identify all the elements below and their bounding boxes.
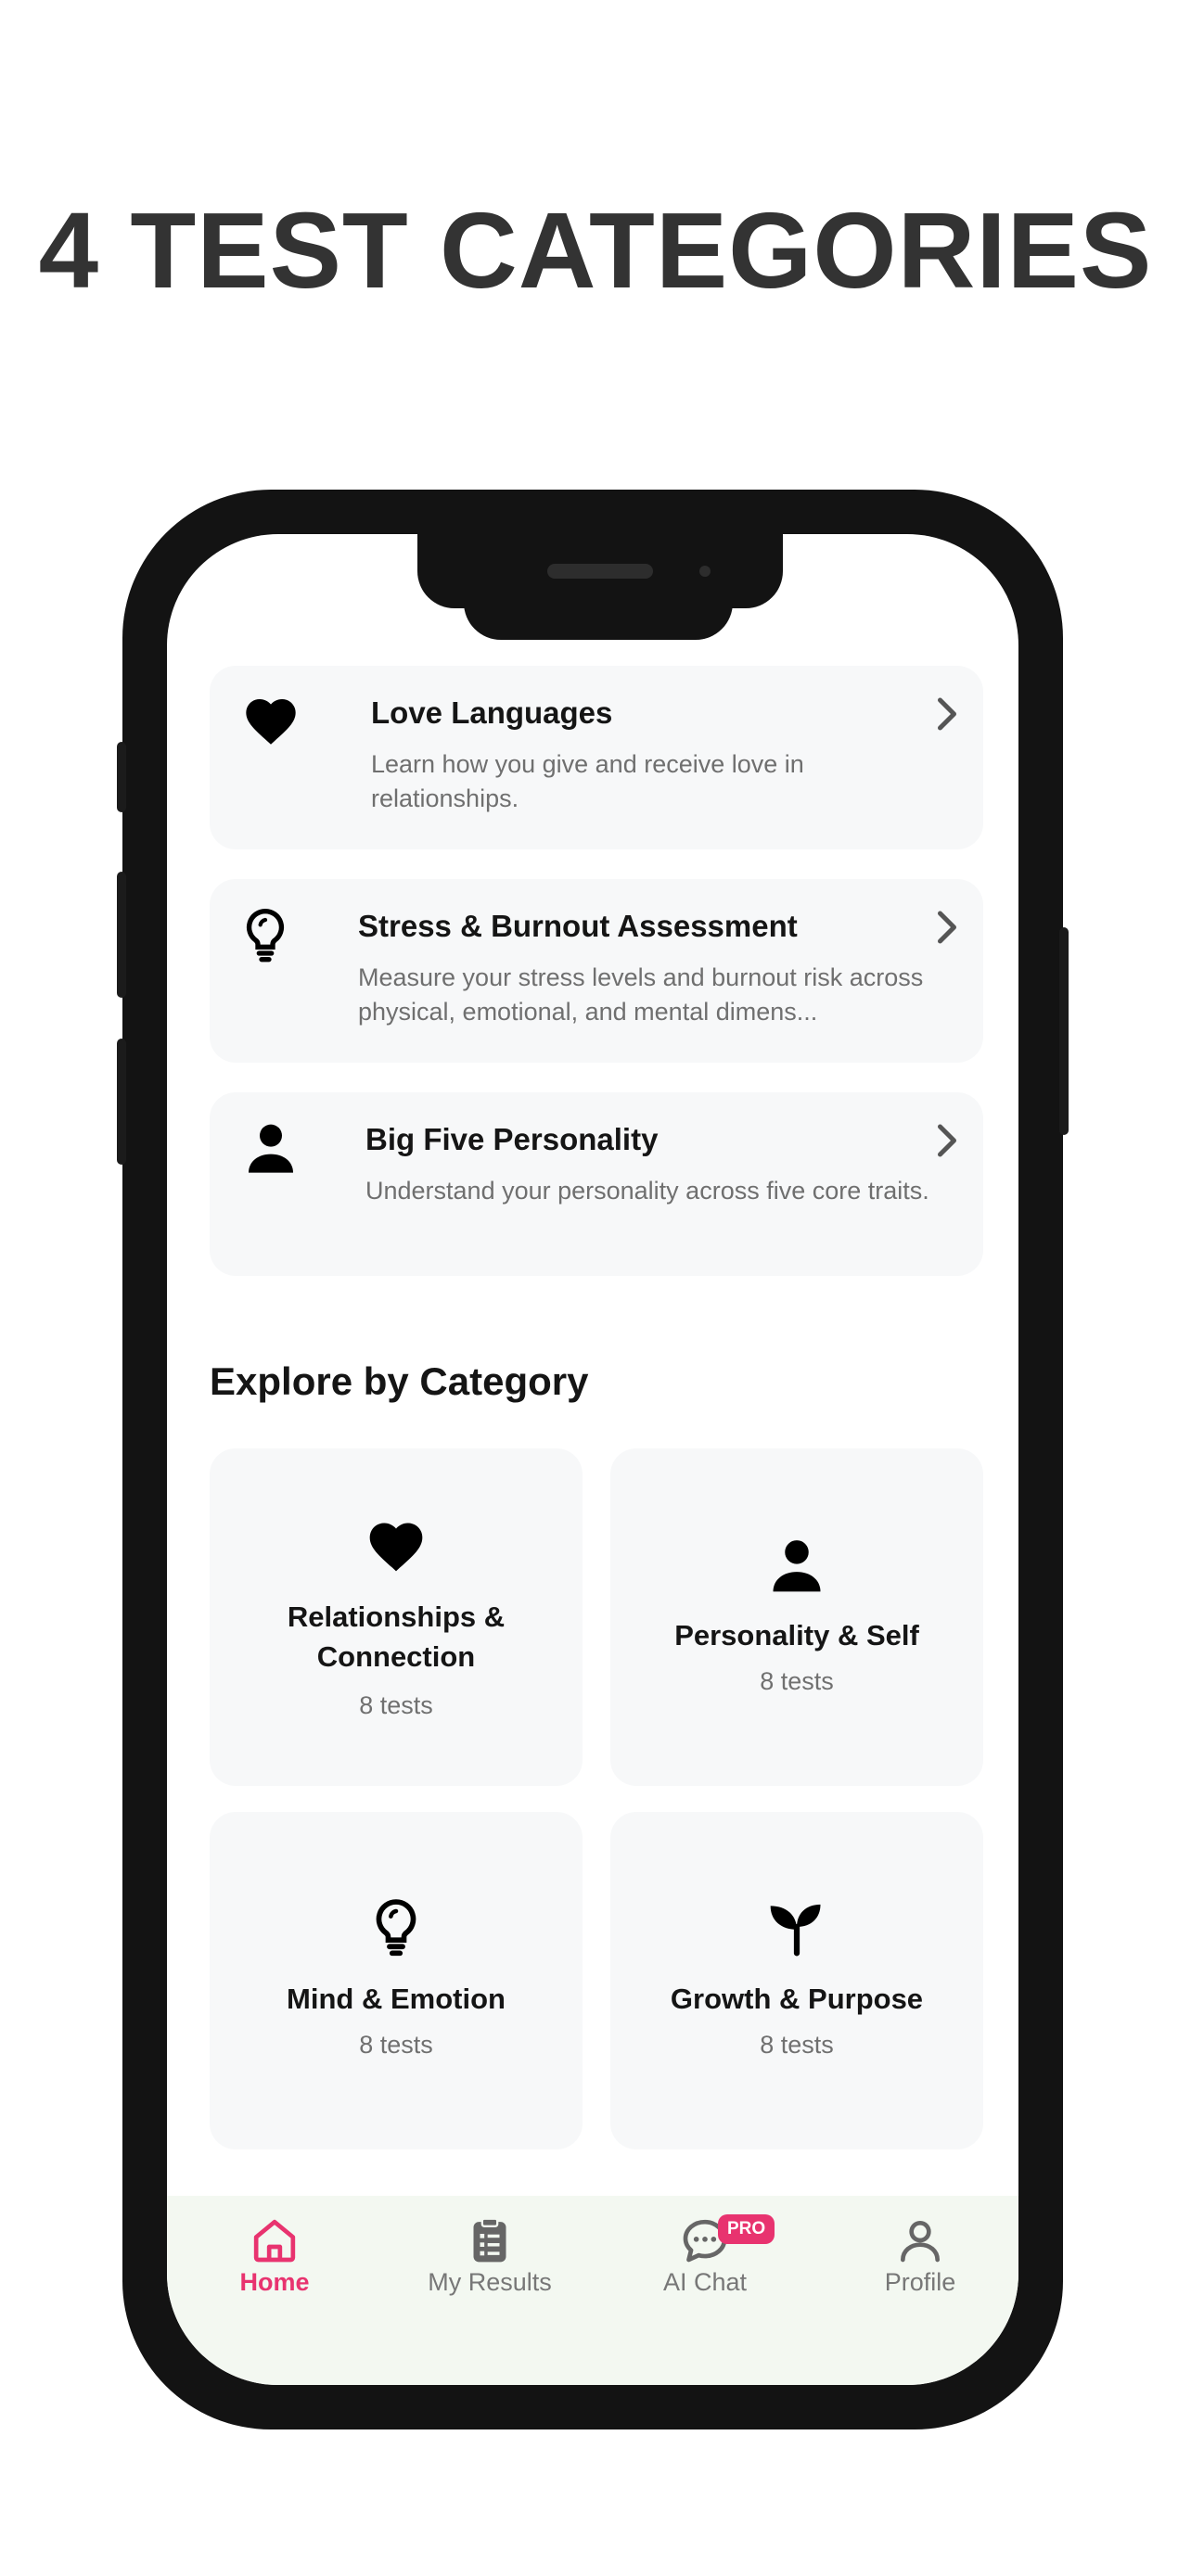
home-icon <box>253 2219 296 2263</box>
test-card-stress-burnout[interactable]: Stress & Burnout Assessment Measure your… <box>210 879 983 1063</box>
nav-item-profile[interactable]: Profile <box>827 2214 1013 2307</box>
category-card-mind-emotion[interactable]: Mind & Emotion 8 tests <box>210 1812 583 2149</box>
chevron-right-icon <box>938 697 956 731</box>
side-button <box>117 872 126 998</box>
heart-icon <box>246 699 296 745</box>
lightbulb-icon <box>246 908 285 963</box>
user-icon <box>901 2221 940 2263</box>
test-title: Big Five Personality <box>365 1122 659 1156</box>
test-description: Learn how you give and receive love in r… <box>371 750 804 812</box>
test-card-love-languages[interactable]: Love Languages Learn how you give and re… <box>210 666 983 849</box>
page-headline: 4 TEST CATEGORIES <box>38 190 1153 311</box>
sprout-icon <box>770 1904 821 1957</box>
nav-label: AI Chat <box>662 2268 748 2296</box>
nav-label: My Results <box>428 2268 552 2296</box>
bottom-navigation: Home My Results AI Chat PRO Profile <box>167 2196 1018 2385</box>
category-name: Relationships & Connection <box>287 1600 506 1673</box>
test-card-big-five[interactable]: Big Five Personality Understand your per… <box>210 1092 983 1276</box>
side-button <box>1059 927 1069 1135</box>
pro-badge: PRO <box>718 2214 775 2244</box>
section-title: Explore by Category <box>210 1359 589 1403</box>
phone-frame: Love Languages Learn how you give and re… <box>117 490 1069 2429</box>
test-description: Understand your personality across five … <box>365 1177 929 1205</box>
category-count: 8 tests <box>760 2031 834 2059</box>
category-name: Growth & Purpose <box>670 1983 924 2015</box>
nav-item-my-results[interactable]: My Results <box>397 2214 583 2307</box>
category-count: 8 tests <box>359 2031 433 2059</box>
category-count: 8 tests <box>359 1691 433 1719</box>
camera-icon <box>699 566 711 577</box>
notch-lower <box>464 599 733 640</box>
category-card-growth[interactable]: Growth & Purpose 8 tests <box>610 1812 983 2149</box>
nav-item-ai-chat[interactable]: AI Chat PRO <box>612 2214 798 2307</box>
side-button <box>117 1039 126 1165</box>
category-card-relationships[interactable]: Relationships & Connection 8 tests <box>210 1448 583 1786</box>
test-description: Measure your stress levels and burnout r… <box>358 963 924 1026</box>
category-name: Personality & Self <box>674 1619 919 1651</box>
person-icon <box>773 1540 821 1592</box>
chevron-right-icon <box>938 911 956 944</box>
notch <box>417 534 783 608</box>
speaker <box>547 564 653 579</box>
side-button <box>117 742 126 812</box>
category-count: 8 tests <box>760 1667 834 1695</box>
app-screen: Love Languages Learn how you give and re… <box>167 534 1018 2385</box>
chevron-right-icon <box>938 1124 956 1157</box>
nav-label: Profile <box>884 2268 956 2296</box>
clipboard-icon <box>473 2217 506 2263</box>
nav-label: Home <box>239 2268 310 2296</box>
category-name: Mind & Emotion <box>287 1983 506 2015</box>
test-title: Love Languages <box>371 695 613 730</box>
person-icon <box>249 1124 293 1173</box>
nav-item-home[interactable]: Home <box>182 2214 367 2307</box>
heart-icon <box>369 1523 423 1572</box>
test-title: Stress & Burnout Assessment <box>358 909 798 943</box>
lightbulb-icon <box>376 1899 416 1957</box>
category-card-personality[interactable]: Personality & Self 8 tests <box>610 1448 983 1786</box>
